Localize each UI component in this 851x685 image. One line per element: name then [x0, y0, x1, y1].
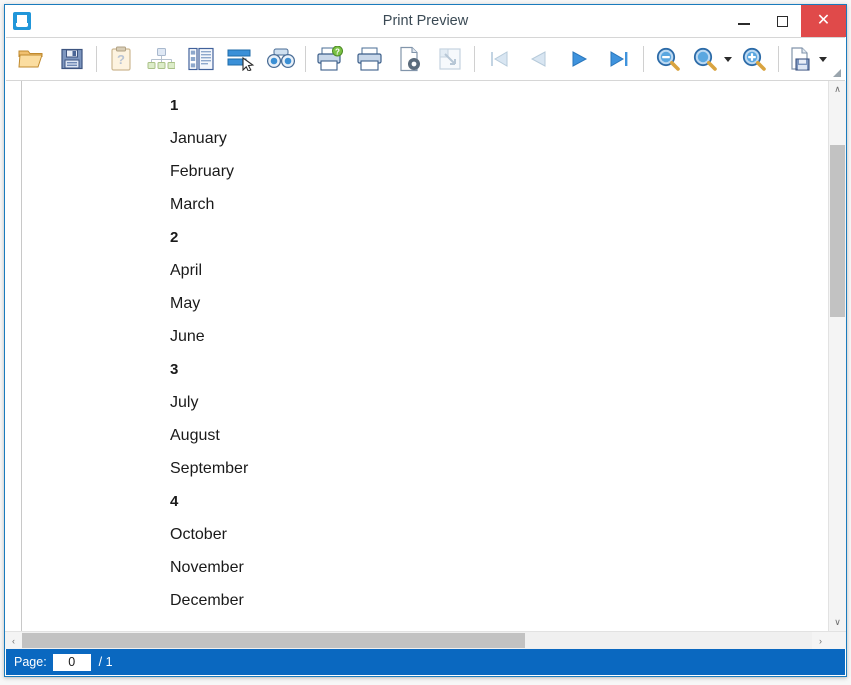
parameters-button[interactable] [181, 40, 221, 78]
report-row: September [170, 460, 249, 477]
previous-page-button[interactable] [519, 40, 559, 78]
document-map-button[interactable]: ? [101, 40, 141, 78]
toolbar-separator [643, 46, 644, 72]
report-row: November [170, 559, 244, 576]
horizontal-scrollbar-thumb[interactable] [22, 633, 525, 648]
print-preview-icon [13, 12, 31, 30]
thumbnails-button[interactable] [141, 40, 181, 78]
last-page-button[interactable] [599, 40, 639, 78]
scroll-left-button[interactable]: ‹ [5, 632, 22, 649]
first-page-icon [491, 51, 508, 67]
close-button[interactable]: ✕ [801, 5, 846, 37]
page-sheet: 1 January February March 2 April May Jun… [21, 81, 828, 631]
toolbar-separator [96, 46, 97, 72]
next-page-icon [572, 51, 588, 67]
report-row: June [170, 328, 205, 345]
zoom-icon [693, 47, 717, 71]
window-title: Print Preview [382, 13, 469, 29]
zoom-in-icon [742, 47, 766, 71]
report-content: 1 January February March 2 April May Jun… [170, 89, 818, 617]
preview-viewport: 1 January February March 2 April May Jun… [5, 81, 828, 631]
zoom-out-button[interactable] [648, 40, 688, 78]
scale-button[interactable] [430, 40, 470, 78]
editing-fields-button[interactable] [221, 40, 261, 78]
scroll-right-button[interactable]: › [812, 632, 829, 649]
horizontal-scrollbar[interactable]: ‹ › [5, 631, 846, 649]
scroll-down-button[interactable]: ∨ [829, 614, 846, 631]
save-button[interactable] [52, 40, 92, 78]
toolbar-resize-grip [833, 69, 841, 77]
page-total-label: / 1 [98, 655, 113, 669]
svg-text:?: ? [117, 52, 125, 67]
maximize-icon [776, 15, 788, 27]
toolbar-separator [305, 46, 306, 72]
toolbar-separator [778, 46, 779, 72]
report-row: October [170, 526, 227, 543]
minimize-button[interactable] [725, 5, 763, 37]
report-group-header: 2 [170, 229, 179, 246]
report-row: May [170, 295, 201, 312]
report-group-header: 3 [170, 361, 179, 378]
scale-icon [439, 48, 461, 70]
report-row: February [170, 163, 235, 180]
open-button[interactable] [12, 40, 52, 78]
export-dropdown-arrow[interactable] [817, 40, 829, 78]
report-row: August [170, 427, 220, 444]
horizontal-scrollbar-track[interactable] [22, 632, 812, 649]
quick-print-button[interactable]: ? [310, 40, 350, 78]
document-map-icon: ? [111, 46, 131, 71]
toolbar-separator [474, 46, 475, 72]
find-button[interactable] [261, 40, 301, 78]
report-row: March [170, 196, 215, 213]
export-icon [791, 47, 810, 71]
print-preview-window-root: Print Preview ✕ ? ? 1 January February M… [0, 0, 851, 685]
zoom-out-icon [656, 47, 680, 71]
report-row: January [170, 130, 227, 147]
svg-text:?: ? [335, 48, 340, 57]
last-page-icon [610, 51, 628, 67]
report-group-header: 4 [170, 493, 179, 510]
vertical-scrollbar-thumb[interactable] [830, 145, 845, 317]
zoom-button[interactable] [688, 40, 722, 78]
preview-area: 1 January February March 2 April May Jun… [5, 81, 846, 631]
save-icon [61, 48, 83, 70]
print-icon [357, 47, 382, 71]
scroll-up-button[interactable]: ∧ [829, 81, 846, 98]
report-row: April [170, 262, 203, 279]
quick-print-icon: ? [317, 46, 343, 71]
report-group-header: 1 [170, 97, 179, 114]
report-row: December [170, 592, 244, 609]
zoom-dropdown-arrow[interactable] [722, 40, 734, 78]
vertical-scrollbar[interactable]: ∧ ∨ [828, 81, 846, 631]
parameters-icon [188, 47, 214, 71]
editing-fields-icon [227, 49, 255, 71]
window-controls: ✕ [725, 5, 846, 37]
maximize-button[interactable] [763, 5, 801, 37]
previous-page-icon [530, 51, 546, 67]
page-setup-icon [400, 46, 420, 72]
page-number-input[interactable] [52, 653, 91, 671]
find-icon [267, 48, 295, 69]
first-page-button[interactable] [479, 40, 519, 78]
scrollbar-corner [829, 632, 846, 649]
print-preview-window: Print Preview ✕ ? ? 1 January February M… [4, 4, 847, 677]
export-button[interactable] [783, 40, 817, 78]
status-bar: Page: / 1 [6, 649, 845, 675]
open-icon [18, 50, 43, 68]
close-icon: ✕ [816, 12, 831, 29]
report-row: July [170, 394, 199, 411]
page-setup-button[interactable] [390, 40, 430, 78]
title-bar: Print Preview ✕ [5, 5, 846, 37]
zoom-in-button[interactable] [734, 40, 774, 78]
minimize-icon [738, 23, 750, 25]
print-button[interactable] [350, 40, 390, 78]
toolbar: ? ? [6, 37, 845, 81]
thumbnails-icon [147, 48, 175, 69]
page-label: Page: [14, 655, 47, 669]
next-page-button[interactable] [559, 40, 599, 78]
